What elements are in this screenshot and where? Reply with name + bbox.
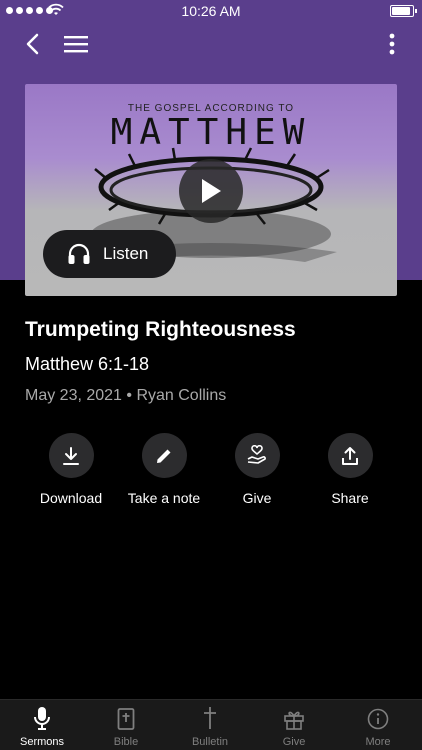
tab-more[interactable]: More: [336, 700, 420, 750]
hamburger-icon: [64, 36, 88, 53]
back-button[interactable]: [16, 28, 48, 60]
tab-bible[interactable]: Bible: [84, 700, 168, 750]
download-label: Download: [39, 490, 103, 506]
tab-bulletin-label: Bulletin: [191, 736, 229, 748]
tab-bible-label: Bible: [113, 736, 139, 748]
gift-icon: [284, 711, 304, 730]
info-icon: [367, 708, 389, 730]
cross-icon: [204, 707, 216, 729]
play-button[interactable]: [179, 159, 243, 223]
navigation-bar: [0, 22, 422, 66]
tab-bulletin[interactable]: Bulletin: [168, 700, 252, 750]
status-bar: 10:26 AM: [0, 0, 422, 22]
share-label: Share: [331, 490, 369, 506]
headphones-icon: [68, 243, 90, 264]
status-time: 10:26 AM: [181, 3, 241, 19]
sermon-artwork: THE GOSPEL ACCORDING TO MATTHEW Listen: [25, 84, 397, 296]
tab-more-label: More: [365, 736, 391, 748]
tab-give[interactable]: Give: [252, 700, 336, 750]
tab-give-label: Give: [282, 736, 306, 748]
download-circle: [48, 433, 94, 478]
give-label: Give: [242, 490, 272, 506]
share-icon: [342, 446, 358, 465]
take-note-label: Take a note: [127, 490, 201, 506]
take-note-circle: [141, 433, 187, 478]
give-circle: [234, 433, 280, 478]
bible-icon: [117, 708, 135, 730]
tab-bar: Sermons Bible Bulletin Give More: [0, 699, 422, 750]
tab-sermons[interactable]: Sermons: [0, 700, 84, 750]
download-button[interactable]: Download: [21, 433, 121, 506]
share-button[interactable]: Share: [300, 433, 400, 506]
listen-button[interactable]: Listen: [43, 230, 176, 278]
chevron-left-icon: [26, 33, 39, 55]
tab-sermons-label: Sermons: [19, 736, 65, 748]
sermon-scripture: Matthew 6:1-18: [25, 354, 150, 374]
sermon-date-speaker: May 23, 2021 • Ryan Collins: [25, 387, 227, 404]
microphone-icon: [34, 707, 50, 730]
play-icon: [202, 179, 221, 203]
sermon-title: Trumpeting Righteousness: [25, 318, 296, 341]
battery-icon: [390, 5, 417, 17]
more-vertical-icon: [389, 33, 395, 55]
pencil-icon: [157, 449, 171, 463]
menu-button[interactable]: [60, 28, 92, 60]
give-button[interactable]: Give: [207, 433, 307, 506]
download-icon: [63, 446, 79, 465]
share-circle: [327, 433, 373, 478]
heart-hand-icon: [247, 444, 266, 464]
take-note-button[interactable]: Take a note: [114, 433, 214, 506]
more-options-button[interactable]: [376, 28, 408, 60]
listen-label: Listen: [103, 244, 149, 263]
